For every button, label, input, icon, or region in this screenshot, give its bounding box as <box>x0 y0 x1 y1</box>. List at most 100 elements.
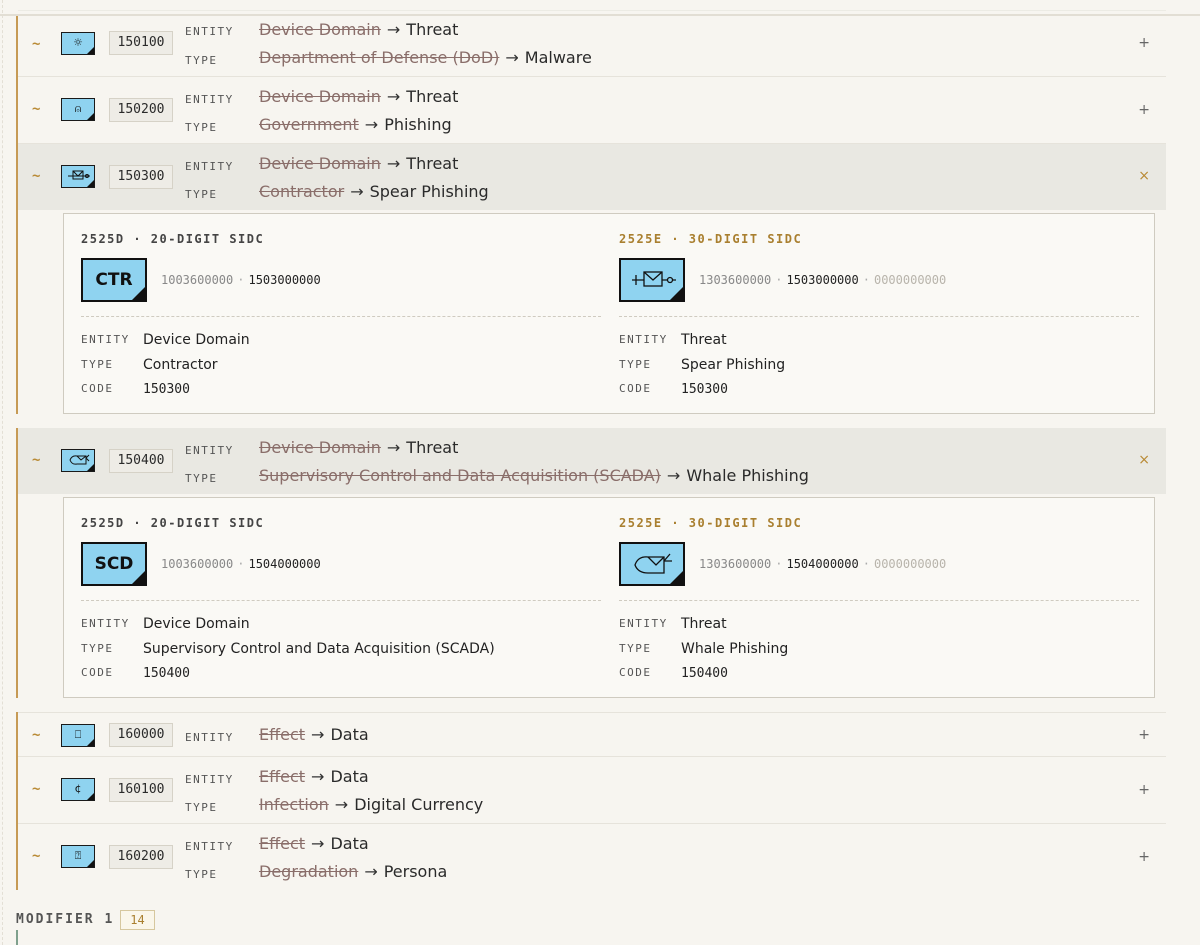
drag-handle-icon[interactable]: ~ <box>32 452 40 468</box>
bug-icon: ☼ <box>61 32 95 55</box>
type-value: Supervisory Control and Data Acquisition… <box>143 641 495 657</box>
type-label: TYPE <box>185 121 218 134</box>
code-value: 150400 <box>681 666 728 681</box>
table-row[interactable]: ~ ☼ 150100 ENTITY Device Domain → Threat T… <box>18 16 1166 77</box>
entity-value: Device Domain <box>143 332 250 348</box>
drag-handle-icon[interactable]: ~ <box>32 848 40 864</box>
code-badge: 150100 <box>109 31 173 55</box>
table-row[interactable]: ~ ⍰ 160200 ENTITY Effect → Data TYPE Degra… <box>18 824 1166 890</box>
code-badge: 160100 <box>109 778 173 802</box>
type-value: Contractor → Spear Phishing <box>259 182 489 201</box>
type-label: TYPE <box>185 472 218 485</box>
entity-label: ENTITY <box>81 617 130 630</box>
type-value: Contractor <box>143 357 218 373</box>
entity-label: ENTITY <box>185 444 234 457</box>
expand-button[interactable]: + <box>1138 727 1150 743</box>
entity-label: ENTITY <box>185 25 234 38</box>
detail-panel: 2525D · 20-DIGIT SIDC SCD 1003600000 · 150… <box>63 497 1155 698</box>
type-label: TYPE <box>81 642 114 655</box>
code-badge: 150200 <box>109 98 173 122</box>
expand-button[interactable]: + <box>1138 782 1150 798</box>
entity-value: Threat <box>681 332 727 348</box>
column-heading: 2525E · 30-DIGIT SIDC <box>619 516 803 530</box>
expand-button[interactable]: + <box>1138 102 1150 118</box>
symbol-preview: SCD <box>81 542 147 586</box>
entity-value: Device Domain → Threat <box>259 154 459 173</box>
collapse-button[interactable]: × <box>1138 452 1150 468</box>
type-label: TYPE <box>619 642 652 655</box>
code-label: CODE <box>619 666 652 679</box>
type-value: Infection → Digital Currency <box>259 795 484 814</box>
drag-handle-icon[interactable]: ~ <box>32 781 40 797</box>
currency-icon: ¢ <box>61 778 95 801</box>
whale-envelope-icon <box>61 449 95 472</box>
entity-label: ENTITY <box>185 840 234 853</box>
column-heading: 2525D · 20-DIGIT SIDC <box>81 232 265 246</box>
table-row[interactable]: ~ ⎕ 160000 ENTITY Effect → Data + <box>18 712 1166 757</box>
type-value: Whale Phishing <box>681 641 789 657</box>
table-row[interactable]: ~ 150300 ENTITY Device Domain → Threat TYP… <box>18 144 1166 210</box>
entity-value: Device Domain → Threat <box>259 438 459 457</box>
type-label: TYPE <box>185 868 218 881</box>
entity-value: Device Domain → Threat <box>259 87 459 106</box>
code-label: CODE <box>619 382 652 395</box>
document-icon: ⎕ <box>61 724 95 747</box>
table-row[interactable]: ~ ⍝ 150200 ENTITY Device Domain → Threat T… <box>18 77 1166 144</box>
sidc-30-column: 2525E · 30-DIGIT SIDC 1303600000 · 1503000… <box>619 214 1139 413</box>
column-heading: 2525D · 20-DIGIT SIDC <box>81 516 265 530</box>
symbol-preview: CTR <box>81 258 147 302</box>
drag-handle-icon[interactable]: ~ <box>32 101 40 117</box>
type-value: Department of Defense (DoD) → Malware <box>259 48 592 67</box>
code-badge: 160000 <box>109 723 173 747</box>
column-heading: 2525E · 30-DIGIT SIDC <box>619 232 803 246</box>
code-label: CODE <box>81 666 114 679</box>
entity-label: ENTITY <box>81 333 130 346</box>
entity-label: ENTITY <box>619 333 668 346</box>
entity-value: Effect → Data <box>259 767 369 786</box>
code-badge: 160200 <box>109 845 173 869</box>
detail-panel: 2525D · 20-DIGIT SIDC CTR 1003600000 · 150… <box>63 213 1155 414</box>
section-heading: MODIFIER 1 <box>16 912 115 927</box>
collapse-button[interactable]: × <box>1138 168 1150 184</box>
table-row[interactable]: ~ 150400 ENTITY Device Domain → Threat TYP… <box>18 428 1166 494</box>
type-label: TYPE <box>619 358 652 371</box>
entity-label: ENTITY <box>185 731 234 744</box>
sidc-30-column: 2525E · 30-DIGIT SIDC 1303600000 · 1504000… <box>619 498 1139 697</box>
entity-value: Device Domain → Threat <box>259 20 459 39</box>
drag-handle-icon[interactable]: ~ <box>32 168 40 184</box>
code-badge: 150400 <box>109 449 173 473</box>
entity-label: ENTITY <box>185 93 234 106</box>
sidc-20-column: 2525D · 20-DIGIT SIDC SCD 1003600000 · 150… <box>81 498 601 697</box>
sidc-20-column: 2525D · 20-DIGIT SIDC CTR 1003600000 · 150… <box>81 214 601 413</box>
persona-icon: ⍰ <box>61 845 95 868</box>
entity-label: ENTITY <box>185 160 234 173</box>
sidc-code: 1303600000 · 1503000000 · 0000000000 <box>699 273 947 287</box>
type-label: TYPE <box>185 188 218 201</box>
entity-value: Effect → Data <box>259 834 369 853</box>
whale-envelope-icon <box>619 542 685 586</box>
type-value: Supervisory Control and Data Acquisition… <box>259 466 809 485</box>
code-badge: 150300 <box>109 165 173 189</box>
code-label: CODE <box>81 382 114 395</box>
table-row[interactable]: ~ ¢ 160100 ENTITY Effect → Data TYPE Infec… <box>18 757 1166 824</box>
drag-handle-icon[interactable]: ~ <box>32 36 40 52</box>
type-label: TYPE <box>185 801 218 814</box>
type-value: Government → Phishing <box>259 115 452 134</box>
expand-button[interactable]: + <box>1138 849 1150 865</box>
sidc-code: 1003600000 · 1504000000 <box>161 557 321 571</box>
type-label: TYPE <box>185 54 218 67</box>
drag-handle-icon[interactable]: ~ <box>32 727 40 743</box>
type-value: Degradation → Persona <box>259 862 448 881</box>
code-value: 150300 <box>681 382 728 397</box>
entity-label: ENTITY <box>185 773 234 786</box>
spear-envelope-icon <box>619 258 685 302</box>
expand-button[interactable]: + <box>1138 35 1150 51</box>
entity-label: ENTITY <box>619 617 668 630</box>
sidc-code: 1003600000 · 1503000000 <box>161 273 321 287</box>
type-value: Spear Phishing <box>681 357 786 373</box>
sidc-code: 1303600000 · 1504000000 · 0000000000 <box>699 557 947 571</box>
spear-envelope-icon <box>61 165 95 188</box>
entity-value: Threat <box>681 616 727 632</box>
hook-icon: ⍝ <box>61 98 95 121</box>
count-badge: 14 <box>120 910 155 930</box>
